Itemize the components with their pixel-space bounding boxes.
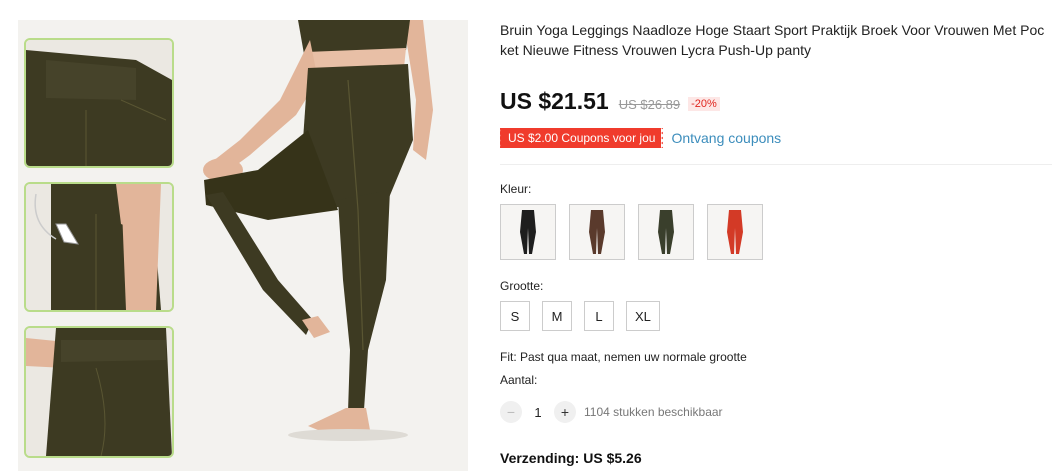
fit-note: Fit: Past qua maat, nemen uw normale gro… bbox=[500, 350, 747, 364]
price-row: US $21.51 US $26.89 -20% bbox=[500, 88, 720, 115]
color-option-red[interactable] bbox=[707, 204, 763, 260]
divider bbox=[500, 164, 1052, 165]
size-option-s[interactable]: S bbox=[500, 301, 530, 331]
size-option-m[interactable]: M bbox=[542, 301, 572, 331]
thumbnail-2-image bbox=[26, 184, 172, 310]
original-price: US $26.89 bbox=[618, 97, 681, 112]
legging-red-icon bbox=[727, 210, 743, 254]
product-gallery bbox=[18, 20, 468, 471]
size-option-l[interactable]: L bbox=[584, 301, 614, 331]
thumbnail-2[interactable] bbox=[24, 182, 174, 312]
discount-badge: -20% bbox=[688, 97, 720, 111]
shipping-cost: Verzending: US $5.26 bbox=[500, 450, 642, 466]
product-details: Bruin Yoga Leggings Naadloze Hoge Staart… bbox=[497, 20, 1056, 466]
coupon-row: US $2.00 Coupons voor jou Ontvang coupon… bbox=[497, 128, 781, 148]
quantity-label: Aantal: bbox=[500, 373, 538, 387]
thumbnail-3-image bbox=[26, 328, 172, 456]
current-price: US $21.51 bbox=[500, 88, 609, 114]
quantity-minus-button[interactable]: − bbox=[500, 401, 522, 423]
color-option-olive[interactable] bbox=[638, 204, 694, 260]
size-option-xl[interactable]: XL bbox=[626, 301, 660, 331]
thumbnail-1-image bbox=[26, 40, 172, 166]
legging-brown-icon bbox=[589, 210, 605, 254]
quantity-stepper: − 1 + 1104 stukken beschikbaar bbox=[500, 401, 723, 423]
quantity-plus-button[interactable]: + bbox=[554, 401, 576, 423]
thumbnail-3[interactable] bbox=[24, 326, 174, 458]
coupon-badge[interactable]: US $2.00 Coupons voor jou bbox=[497, 128, 666, 148]
color-label: Kleur: bbox=[500, 182, 532, 196]
legging-black-icon bbox=[520, 210, 536, 254]
get-coupons-link[interactable]: Ontvang coupons bbox=[671, 130, 781, 146]
product-title: Bruin Yoga Leggings Naadloze Hoge Staart… bbox=[500, 22, 1045, 58]
quantity-value[interactable]: 1 bbox=[522, 405, 554, 420]
color-option-black[interactable] bbox=[500, 204, 556, 260]
color-option-brown[interactable] bbox=[569, 204, 625, 260]
size-options: S M L XL bbox=[500, 301, 660, 331]
stock-available: 1104 stukken beschikbaar bbox=[584, 405, 723, 419]
color-swatches bbox=[500, 204, 763, 260]
thumbnail-1[interactable] bbox=[24, 38, 174, 168]
size-label: Grootte: bbox=[500, 279, 544, 293]
legging-olive-icon bbox=[658, 210, 674, 254]
